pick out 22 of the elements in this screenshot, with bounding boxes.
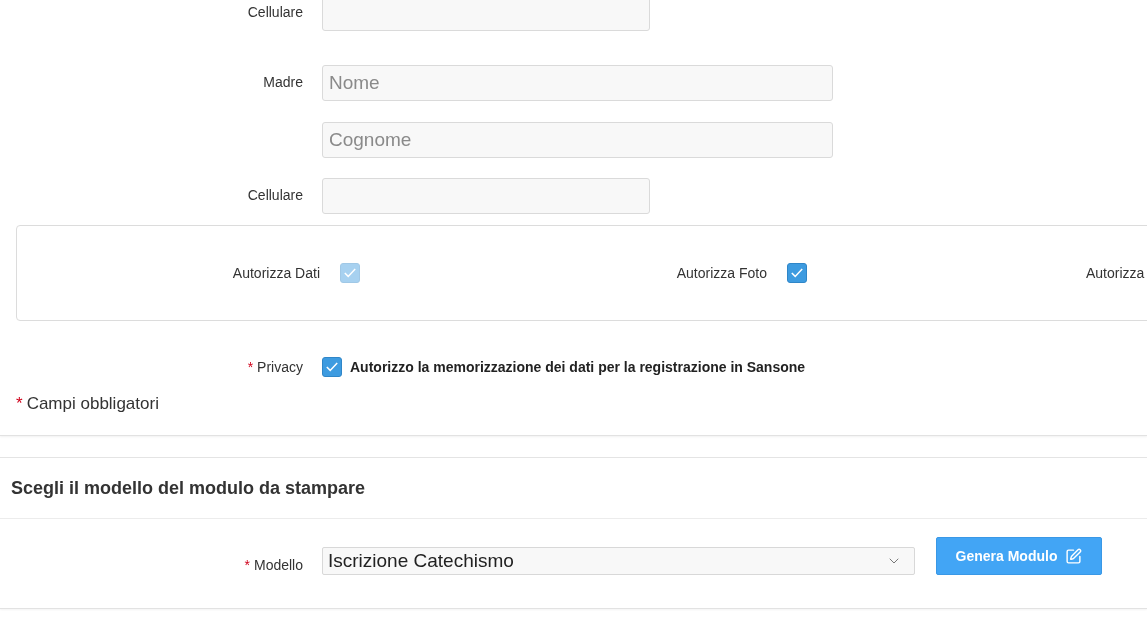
required-note: * Campi obbligatori: [16, 393, 159, 415]
field-label: * Privacy: [247, 358, 303, 377]
field-label: * Modello: [244, 556, 303, 575]
section-title: Scegli il modello del modulo da stampare: [11, 477, 366, 499]
field-label: Cellulare: [247, 186, 303, 205]
check-icon: [344, 268, 356, 278]
checkbox-label: Autorizza Foto: [675, 264, 767, 283]
input-field[interactable]: Nome: [322, 65, 833, 101]
checkbox[interactable]: [322, 357, 342, 377]
checkbox-label: Autorizza Dati: [231, 264, 320, 283]
input-field[interactable]: [322, 0, 650, 31]
input-field[interactable]: [322, 178, 650, 214]
check-icon: [326, 362, 338, 372]
edit-icon: [1065, 547, 1083, 565]
field-label: Cellulare: [247, 3, 303, 22]
check-icon: [791, 268, 803, 278]
consent-text: Autorizzo la memorizzazione dei dati per la registrazione in Sansone: [350, 358, 806, 377]
field-label: Madre: [263, 73, 303, 92]
checkbox[interactable]: [787, 263, 807, 283]
select-field[interactable]: Iscrizione Catechismo: [322, 547, 915, 575]
input-field[interactable]: Cognome: [322, 122, 833, 158]
checkbox-label: Autorizza: [1086, 264, 1145, 283]
